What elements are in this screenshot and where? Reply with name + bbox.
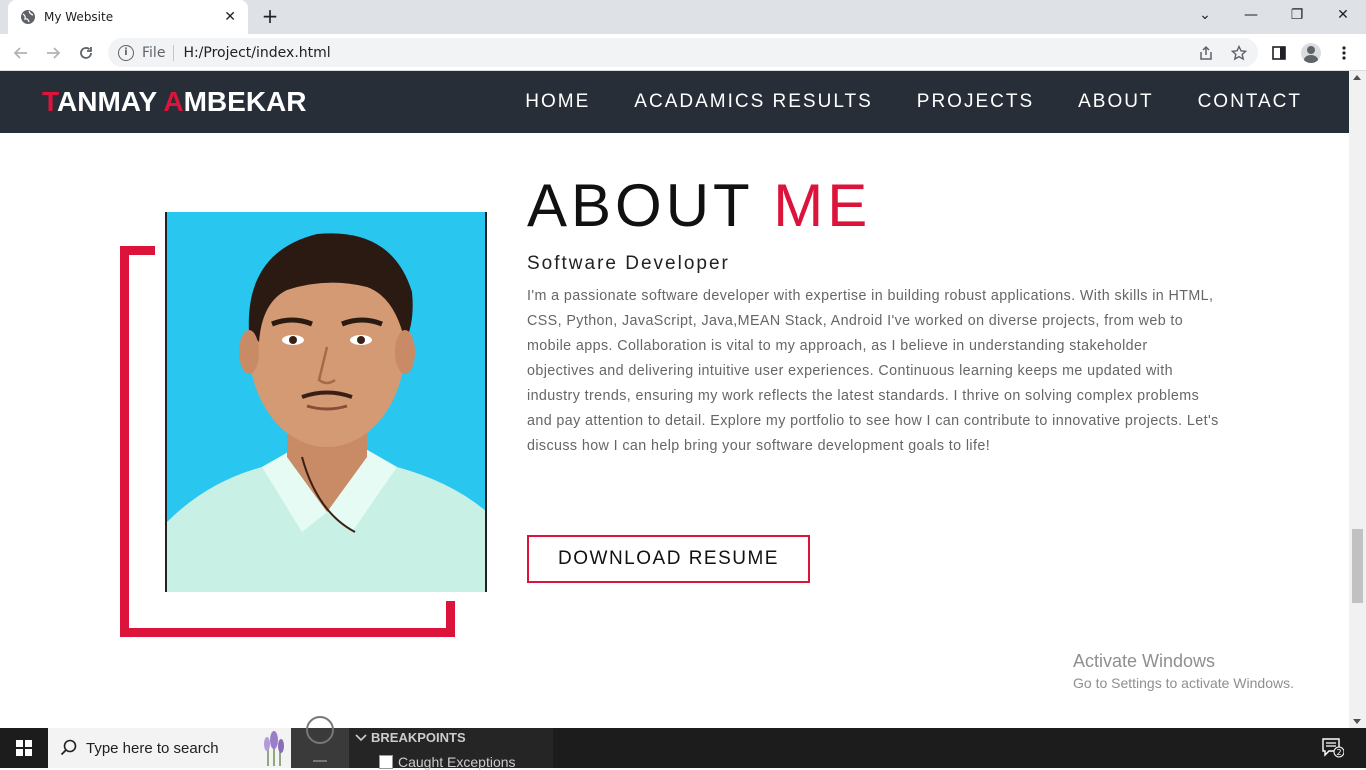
scrollbar-thumb[interactable] [1352,529,1363,603]
search-icon [60,739,77,756]
omnibox-divider [173,44,175,61]
reload-icon [80,47,92,59]
breakpoints-panel: BREAKPOINTS Caught Exceptions [349,728,553,770]
site-navbar: TANMAY AMBEKAR HOME ACADAMICS RESULTS PR… [0,71,1349,133]
address-bar[interactable]: i File H:/Project/index.html [108,38,1258,67]
logo-first-rest: ANMAY [57,86,164,117]
download-resume-button[interactable]: DOWNLOAD RESUME [527,535,810,583]
page-scrollbar[interactable] [1349,71,1366,728]
profile-photo-illustration [167,212,485,592]
chevron-down-icon [355,734,367,742]
logo-last-rest: MBEKAR [183,86,307,117]
restore-button[interactable]: ❐ [1274,0,1320,30]
nav-home[interactable]: HOME [525,91,590,113]
breakpoints-header[interactable]: BREAKPOINTS [355,730,466,745]
cortana-ring-lower [313,760,327,768]
about-title: ABOUT ME [527,171,871,240]
browser-tabstrip: My Website ✕ + ⌄ — ❐ ✕ [0,0,1366,34]
back-button[interactable] [9,41,33,65]
nav-contact[interactable]: CONTACT [1198,91,1302,113]
windows-taskbar: Type here to search BREAKPOINTS Caught E… [0,716,1366,770]
notification-center-icon[interactable]: 2 [1318,734,1348,762]
logo-last-initial: A [163,86,184,117]
tab-search-icon[interactable]: ⌄ [1182,0,1228,30]
taskbar-app-icon[interactable] [291,716,349,768]
tab-title: My Website [44,10,114,24]
close-window-button[interactable]: ✕ [1320,0,1366,30]
avatar [1301,43,1321,63]
logo-first-initial: T [42,86,58,117]
cortana-ring-icon [306,716,334,744]
caught-exceptions-checkbox[interactable] [379,755,393,769]
page-viewport: TANMAY AMBEKAR HOME ACADAMICS RESULTS PR… [0,71,1349,728]
lavender-highlight-icon [264,731,284,766]
new-tab-button[interactable]: + [258,5,282,29]
taskbar-search-placeholder: Type here to search [86,739,219,757]
site-info-icon[interactable]: i [118,44,134,61]
profile-photo [165,212,487,592]
windows-logo-icon [16,740,32,756]
notification-bubble-icon: 2 [1322,738,1344,758]
start-button[interactable] [0,728,48,768]
about-subtitle: Software Developer [527,253,730,274]
notification-count: 2 [1336,748,1341,757]
share-icon[interactable] [1198,38,1214,67]
close-tab-icon[interactable]: ✕ [224,9,236,25]
about-bio: I'm a passionate software developer with… [527,288,1219,454]
minimize-button[interactable]: — [1228,0,1274,30]
url-text[interactable]: H:/Project/index.html [183,45,330,61]
bookmark-star-icon[interactable] [1231,38,1247,67]
side-panel-icon[interactable] [1267,41,1291,65]
browser-menu-icon[interactable] [1332,41,1356,65]
about-title-main: ABOUT [527,172,774,239]
scroll-down-arrow-icon[interactable] [1353,719,1361,724]
activation-watermark: Activate Windows Go to Settings to activ… [1073,651,1294,691]
back-arrow-icon [13,47,27,59]
reload-button[interactable] [74,41,98,65]
watermark-subtitle: Go to Settings to activate Windows. [1073,675,1294,691]
globe-icon [21,10,35,24]
breakpoints-header-label: BREAKPOINTS [371,730,466,745]
browser-toolbar: i File H:/Project/index.html [0,34,1366,71]
scroll-up-arrow-icon[interactable] [1353,75,1361,80]
scheme-label: File [142,44,166,61]
nav-about[interactable]: ABOUT [1078,91,1153,113]
about-title-accent: ME [773,172,872,239]
nav-projects[interactable]: PROJECTS [917,91,1034,113]
site-logo[interactable]: TANMAY AMBEKAR [42,86,306,118]
site-menu: HOME ACADAMICS RESULTS PROJECTS ABOUT CO… [481,71,1302,133]
forward-button[interactable] [41,41,65,65]
watermark-title: Activate Windows [1073,651,1216,671]
nav-academics-results[interactable]: ACADAMICS RESULTS [634,91,872,113]
forward-arrow-icon [47,47,61,59]
profile-avatar-icon[interactable] [1299,41,1323,65]
taskbar-search-box[interactable]: Type here to search [48,728,291,768]
browser-tab[interactable]: My Website ✕ [8,0,248,34]
